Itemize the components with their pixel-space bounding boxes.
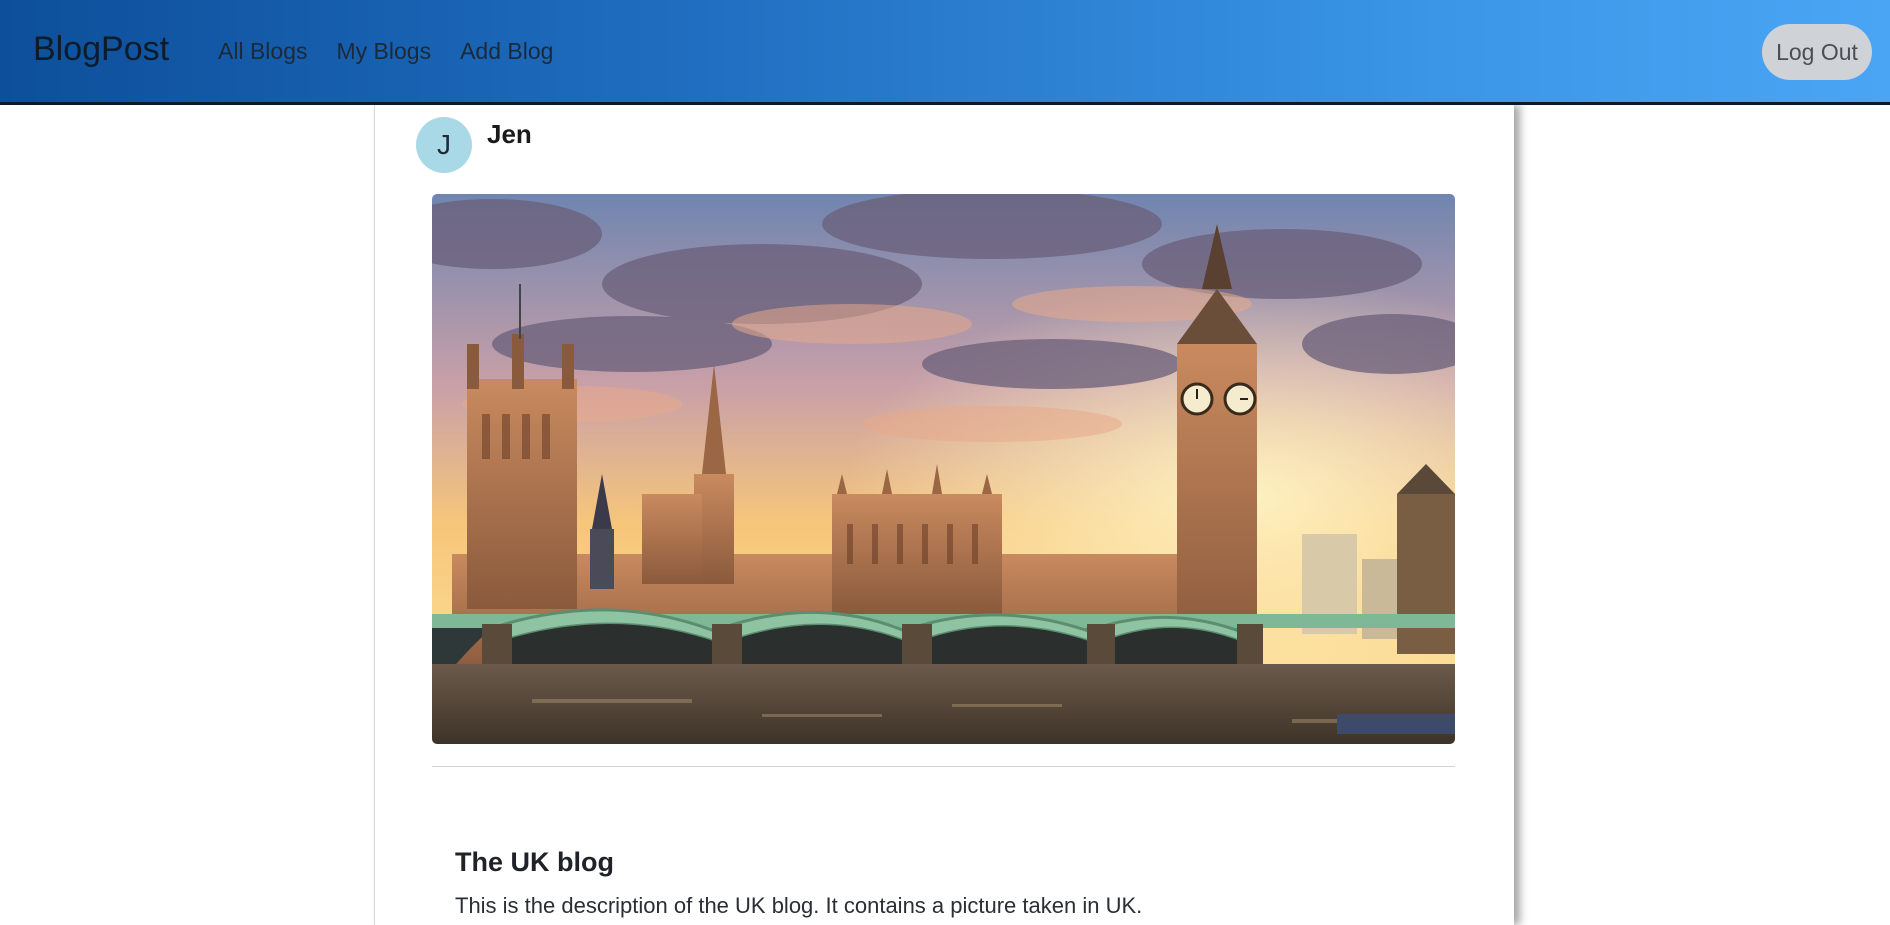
logout-button[interactable]: Log Out: [1762, 24, 1872, 80]
nav-my-blogs-link[interactable]: My Blogs: [336, 38, 431, 65]
nav-add-blog-link[interactable]: Add Blog: [460, 38, 553, 65]
nav-links: All Blogs My Blogs Add Blog: [218, 38, 553, 65]
post-description: This is the description of the UK blog. …: [455, 893, 1143, 918]
content-divider: [432, 766, 1455, 767]
top-navbar: BlogPost All Blogs My Blogs Add Blog Log…: [0, 0, 1890, 105]
author-name: Jen: [487, 119, 532, 149]
nav-all-blogs-link[interactable]: All Blogs: [218, 38, 307, 65]
author-avatar: J: [416, 117, 472, 173]
post-title: The UK blog: [455, 847, 614, 877]
blog-post-card: J Jen The UK blog This is the descriptio…: [374, 105, 1514, 925]
brand-logo[interactable]: BlogPost: [33, 30, 169, 69]
post-image: [432, 194, 1455, 744]
